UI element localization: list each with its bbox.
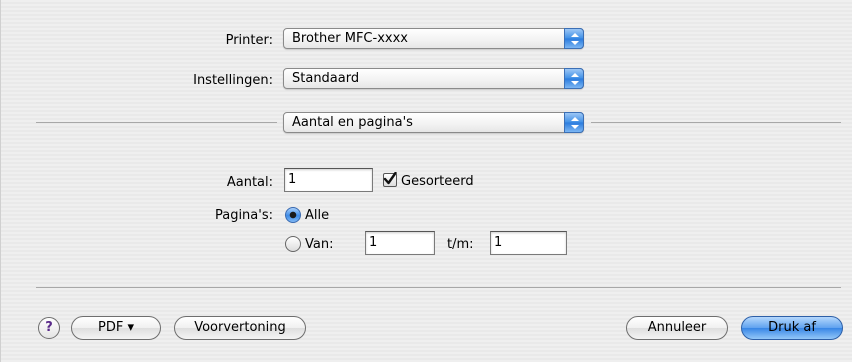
- pages-to-value: 1: [494, 235, 503, 250]
- copies-label: Aantal:: [226, 175, 273, 190]
- pages-all-label: Alle: [305, 208, 330, 223]
- collate-checkbox[interactable]: [383, 172, 397, 187]
- print-button[interactable]: Druk af: [741, 316, 843, 340]
- pages-all-radio[interactable]: [285, 207, 301, 223]
- preview-button[interactable]: Voorvertoning: [174, 316, 306, 340]
- printer-popup[interactable]: Brother MFC-xxxx: [283, 28, 584, 49]
- separator-line: [591, 122, 841, 123]
- printer-value: Brother MFC-xxxx: [292, 31, 408, 46]
- print-dialog: Printer: Brother MFC-xxxx Instellingen: …: [0, 0, 852, 362]
- pages-label: Pagina's:: [214, 208, 273, 223]
- cancel-button[interactable]: Annuleer: [626, 316, 728, 340]
- panel-popup[interactable]: Aantal en pagina's: [283, 112, 584, 133]
- pages-from-field[interactable]: 1: [365, 231, 435, 255]
- popup-arrows-icon: [564, 68, 584, 89]
- panel-value: Aantal en pagina's: [292, 115, 413, 130]
- popup-arrows-icon: [564, 112, 584, 133]
- separator-line: [36, 287, 841, 288]
- pages-from-radio[interactable]: [285, 236, 301, 252]
- pages-to-field[interactable]: 1: [490, 231, 567, 255]
- pages-to-label: t/m:: [447, 237, 474, 252]
- pages-from-label: Van:: [305, 237, 334, 252]
- settings-popup[interactable]: Standaard: [283, 68, 584, 89]
- printer-label: Printer:: [225, 33, 273, 48]
- pdf-menu-button[interactable]: PDF ▾: [71, 316, 161, 340]
- help-button[interactable]: ?: [38, 317, 60, 339]
- separator-line: [36, 122, 277, 123]
- copies-value: 1: [288, 172, 297, 187]
- checkmark-icon: [383, 172, 397, 185]
- settings-label: Instellingen:: [193, 73, 273, 88]
- pages-from-value: 1: [369, 235, 378, 250]
- settings-value: Standaard: [292, 71, 360, 86]
- collate-label: Gesorteerd: [401, 174, 474, 189]
- popup-arrows-icon: [564, 28, 584, 49]
- copies-field[interactable]: 1: [284, 168, 373, 192]
